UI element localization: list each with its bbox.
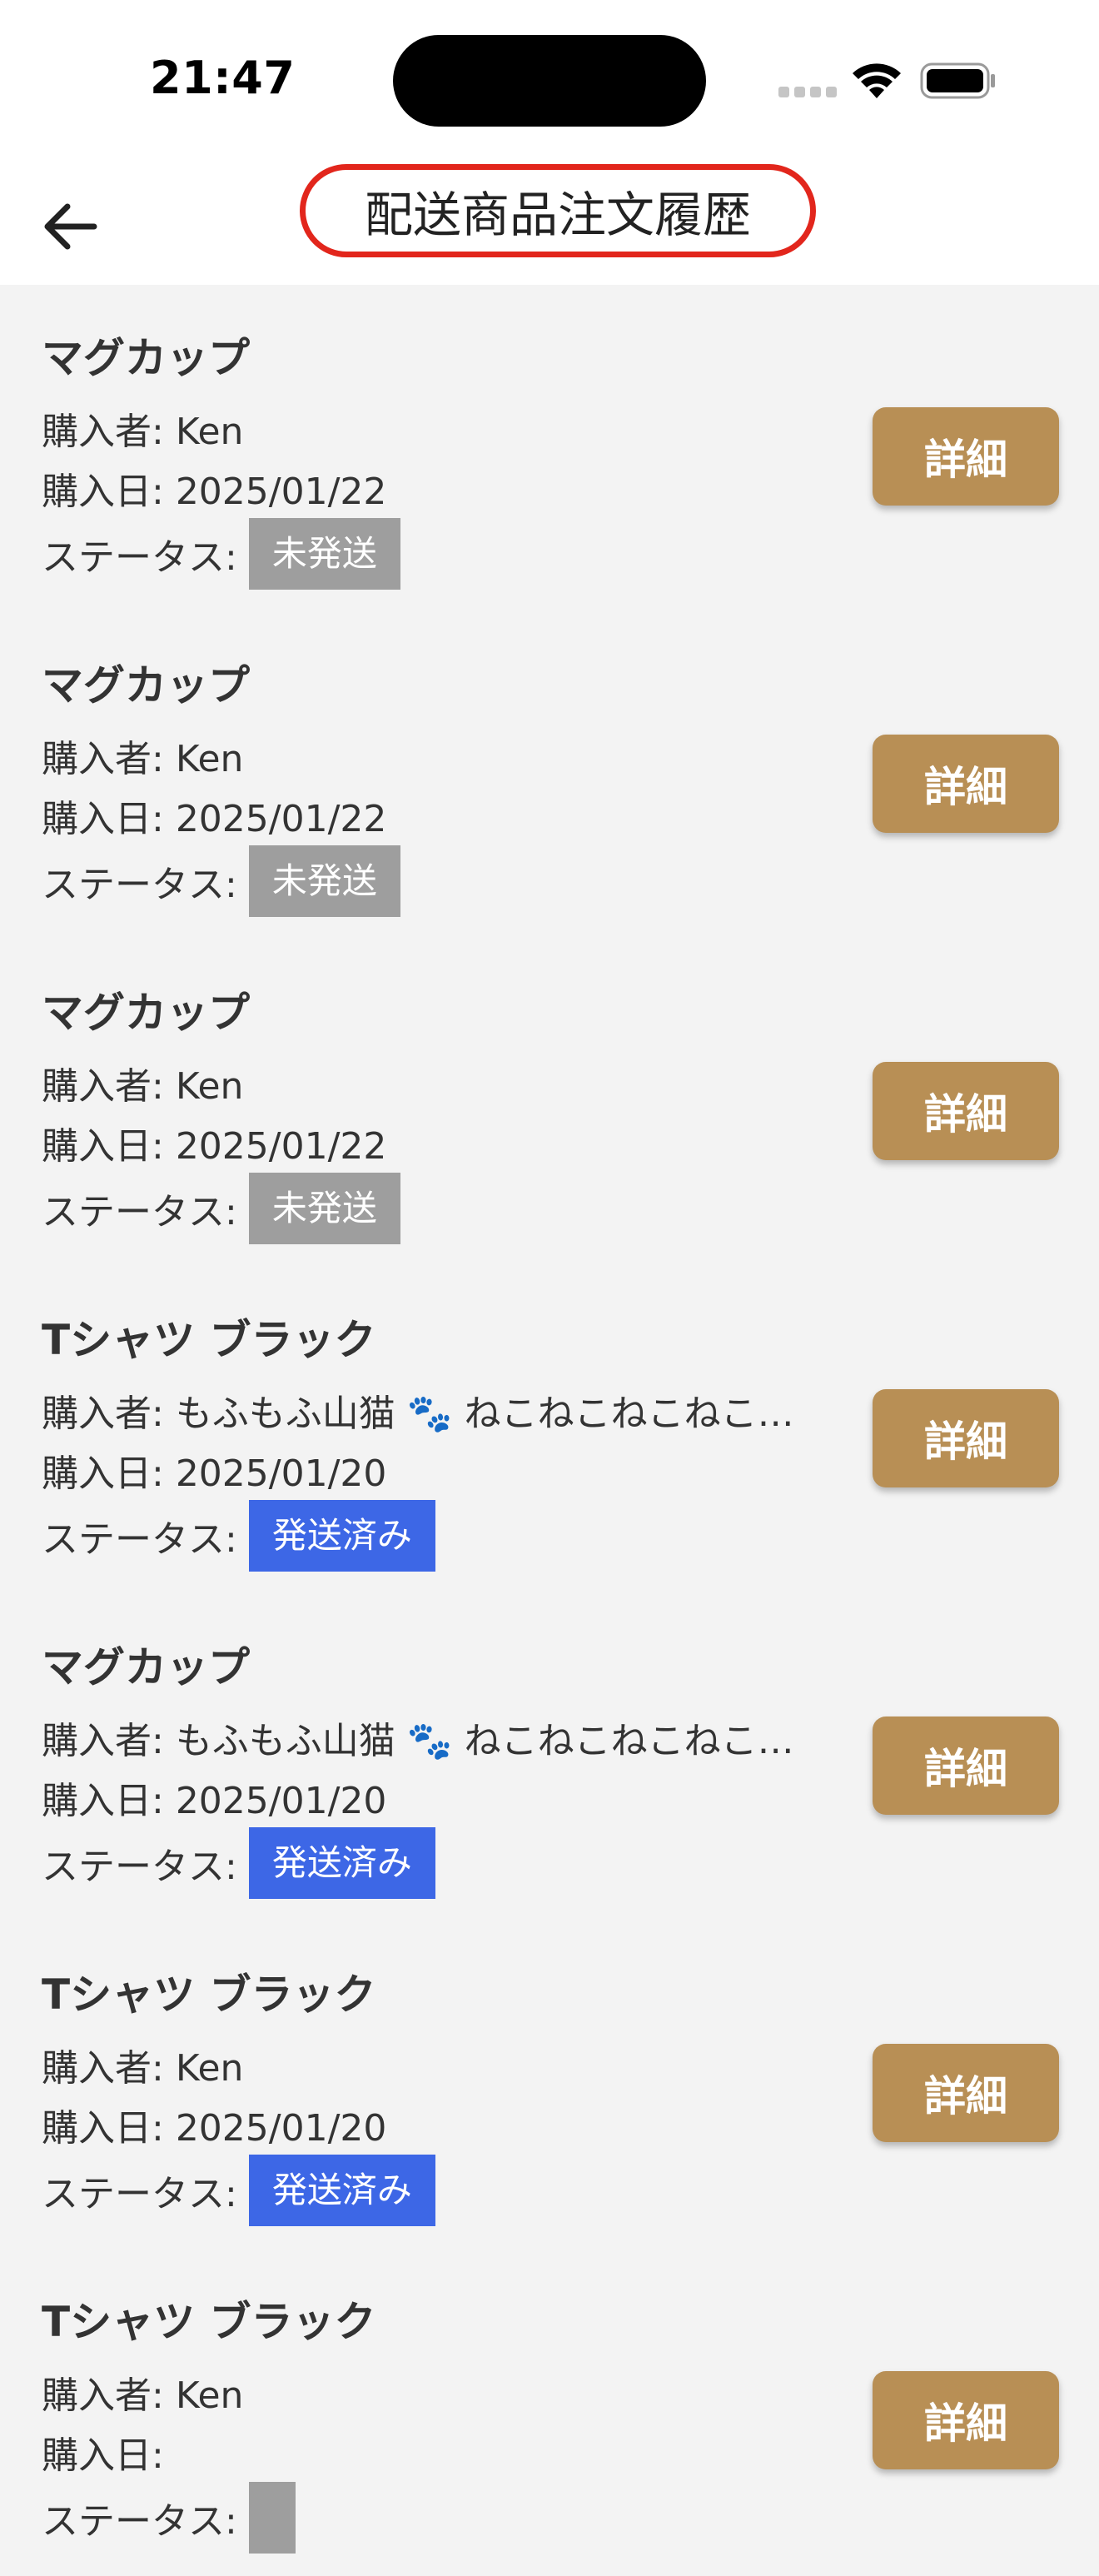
purchase-date-row: 購入日: 2025/01/20 bbox=[42, 1443, 828, 1497]
buyer-row: 購入者: Ken bbox=[42, 729, 828, 782]
buyer-row: 購入者: Ken bbox=[42, 1056, 828, 1109]
status-row: ステータス: 未発送 bbox=[42, 518, 828, 590]
date-label: 購入日: bbox=[42, 1452, 176, 1495]
buyer-row: 購入者: Ken bbox=[42, 2038, 828, 2091]
purchase-date-row: 購入日: 2025/01/20 bbox=[42, 1771, 828, 1824]
buyer-label: 購入者: bbox=[42, 1720, 176, 1762]
status-badge: 発送済み bbox=[248, 1500, 435, 1572]
date-label: 購入日: bbox=[42, 1125, 176, 1168]
buyer-label: 購入者: bbox=[42, 411, 176, 453]
status-badge: 発送済み bbox=[248, 2155, 435, 2226]
back-button[interactable] bbox=[28, 185, 112, 268]
date-label: 購入日: bbox=[42, 798, 176, 840]
order-list-item: Tシャツ ブラック購入者: Ken 購入日: ステータス: 詳細 bbox=[0, 2249, 1099, 2576]
status-badge: 未発送 bbox=[248, 518, 400, 590]
buyer-name: もふもふ山猫 🐾 ねこねこねこねこ… bbox=[175, 1393, 794, 1435]
purchase-date: 2025/01/20 bbox=[175, 1452, 387, 1495]
purchase-date-row: 購入日: 2025/01/22 bbox=[42, 461, 828, 515]
date-label: 購入日: bbox=[42, 471, 176, 513]
buyer-row: 購入者: Ken bbox=[42, 2365, 828, 2419]
product-name: Tシャツ ブラック bbox=[42, 2298, 376, 2346]
detail-button[interactable]: 詳細 bbox=[873, 1062, 1059, 1160]
buyer-name: Ken bbox=[175, 2374, 244, 2417]
status-label: ステータス: bbox=[42, 864, 237, 906]
page-title: 配送商品注文履歴 bbox=[300, 164, 816, 257]
status-label: ステータス: bbox=[42, 1518, 237, 1561]
arrow-left-icon bbox=[44, 203, 97, 250]
buyer-label: 購入者: bbox=[42, 738, 176, 780]
order-list-item: Tシャツ ブラック購入者: Ken 購入日: 2025/01/20 ステータス: 発送… bbox=[0, 1921, 1099, 2249]
status-label: ステータス: bbox=[42, 1846, 237, 1888]
buyer-name: もふもふ山猫 🐾 ねこねこねこねこ… bbox=[175, 1720, 794, 1762]
status-row: ステータス: 発送済み bbox=[42, 1500, 828, 1572]
status-badge: 未発送 bbox=[248, 1173, 400, 1244]
detail-button[interactable]: 詳細 bbox=[873, 1717, 1059, 1815]
order-list: マグカップ 購入者: Ken 購入日: 2025/01/22 ステータス: 未発送 詳細 … bbox=[0, 285, 1099, 2576]
buyer-row: 購入者: Ken bbox=[42, 401, 828, 455]
product-name: Tシャツ ブラック bbox=[42, 1316, 376, 1364]
status-row: ステータス: 発送済み bbox=[42, 2155, 828, 2226]
purchase-date-row: 購入日: 2025/01/20 bbox=[42, 2098, 828, 2151]
buyer-label: 購入者: bbox=[42, 1065, 176, 1108]
status-row: ステータス: 発送済み bbox=[42, 1827, 828, 1899]
buyer-label: 購入者: bbox=[42, 2047, 176, 2090]
buyer-name: Ken bbox=[175, 411, 244, 453]
status-row: ステータス: 未発送 bbox=[42, 1173, 828, 1244]
product-name: Tシャツ ブラック bbox=[42, 1971, 376, 2019]
date-label: 購入日: bbox=[42, 2107, 176, 2150]
status-bar: 21:47 bbox=[0, 0, 1099, 152]
order-list-item: マグカップ購入者: Ken 購入日: 2025/01/22 ステータス: 未発送 詳細 bbox=[0, 612, 1099, 939]
order-list-item: マグカップ購入者: もふもふ山猫 🐾 ねこねこねこねこ… 購入日: 2025/01… bbox=[0, 1594, 1099, 1921]
purchase-date-row: 購入日: bbox=[42, 2425, 828, 2479]
status-label: ステータス: bbox=[42, 2173, 237, 2215]
status-badge: 未発送 bbox=[248, 845, 400, 917]
purchase-date: 2025/01/22 bbox=[175, 471, 387, 513]
detail-button[interactable]: 詳細 bbox=[873, 1389, 1059, 1487]
status-label: ステータス: bbox=[42, 2500, 237, 2543]
navigation-bar: 配送商品注文履歴 bbox=[0, 152, 1099, 285]
product-name: マグカップ bbox=[42, 334, 250, 382]
order-list-item: マグカップ購入者: Ken 購入日: 2025/01/22 ステータス: 未発送 詳細 bbox=[0, 939, 1099, 1267]
detail-button[interactable]: 詳細 bbox=[873, 735, 1059, 833]
purchase-date: 2025/01/22 bbox=[175, 798, 387, 840]
product-name: マグカップ bbox=[42, 1643, 250, 1692]
status-row: ステータス: bbox=[42, 2482, 828, 2554]
wifi-icon bbox=[853, 63, 901, 98]
status-row: ステータス: 未発送 bbox=[42, 845, 828, 917]
status-label: ステータス: bbox=[42, 536, 237, 579]
buyer-name: Ken bbox=[175, 1065, 244, 1108]
detail-button[interactable]: 詳細 bbox=[873, 2044, 1059, 2142]
dynamic-island bbox=[393, 35, 706, 127]
buyer-row: 購入者: もふもふ山猫 🐾 ねこねこねこねこ… bbox=[42, 1711, 828, 1764]
date-label: 購入日: bbox=[42, 2434, 164, 2477]
order-list-item: Tシャツ ブラック購入者: もふもふ山猫 🐾 ねこねこねこねこ… 購入日: 202… bbox=[0, 1267, 1099, 1594]
purchase-date-row: 購入日: 2025/01/22 bbox=[42, 1116, 828, 1169]
order-list-item: マグカップ購入者: Ken 購入日: 2025/01/22 ステータス: 未発送 詳細 bbox=[0, 285, 1099, 612]
purchase-date-row: 購入日: 2025/01/22 bbox=[42, 789, 828, 842]
buyer-row: 購入者: もふもふ山猫 🐾 ねこねこねこねこ… bbox=[42, 1383, 828, 1437]
buyer-label: 購入者: bbox=[42, 1393, 176, 1435]
cellular-signal-icon bbox=[778, 87, 837, 98]
product-name: マグカップ bbox=[42, 661, 250, 710]
status-label: ステータス: bbox=[42, 1191, 237, 1233]
product-name: マグカップ bbox=[42, 989, 250, 1037]
detail-button[interactable]: 詳細 bbox=[873, 2371, 1059, 2469]
date-label: 購入日: bbox=[42, 1780, 176, 1822]
buyer-name: Ken bbox=[175, 738, 244, 780]
purchase-date: 2025/01/20 bbox=[175, 1780, 387, 1822]
purchase-date: 2025/01/20 bbox=[175, 2107, 387, 2150]
detail-button[interactable]: 詳細 bbox=[873, 407, 1059, 506]
status-time: 21:47 bbox=[150, 52, 296, 104]
status-badge: 発送済み bbox=[248, 1827, 435, 1899]
buyer-label: 購入者: bbox=[42, 2374, 176, 2417]
buyer-name: Ken bbox=[175, 2047, 244, 2090]
purchase-date: 2025/01/22 bbox=[175, 1125, 387, 1168]
status-badge bbox=[248, 2482, 296, 2554]
battery-icon bbox=[920, 62, 995, 99]
